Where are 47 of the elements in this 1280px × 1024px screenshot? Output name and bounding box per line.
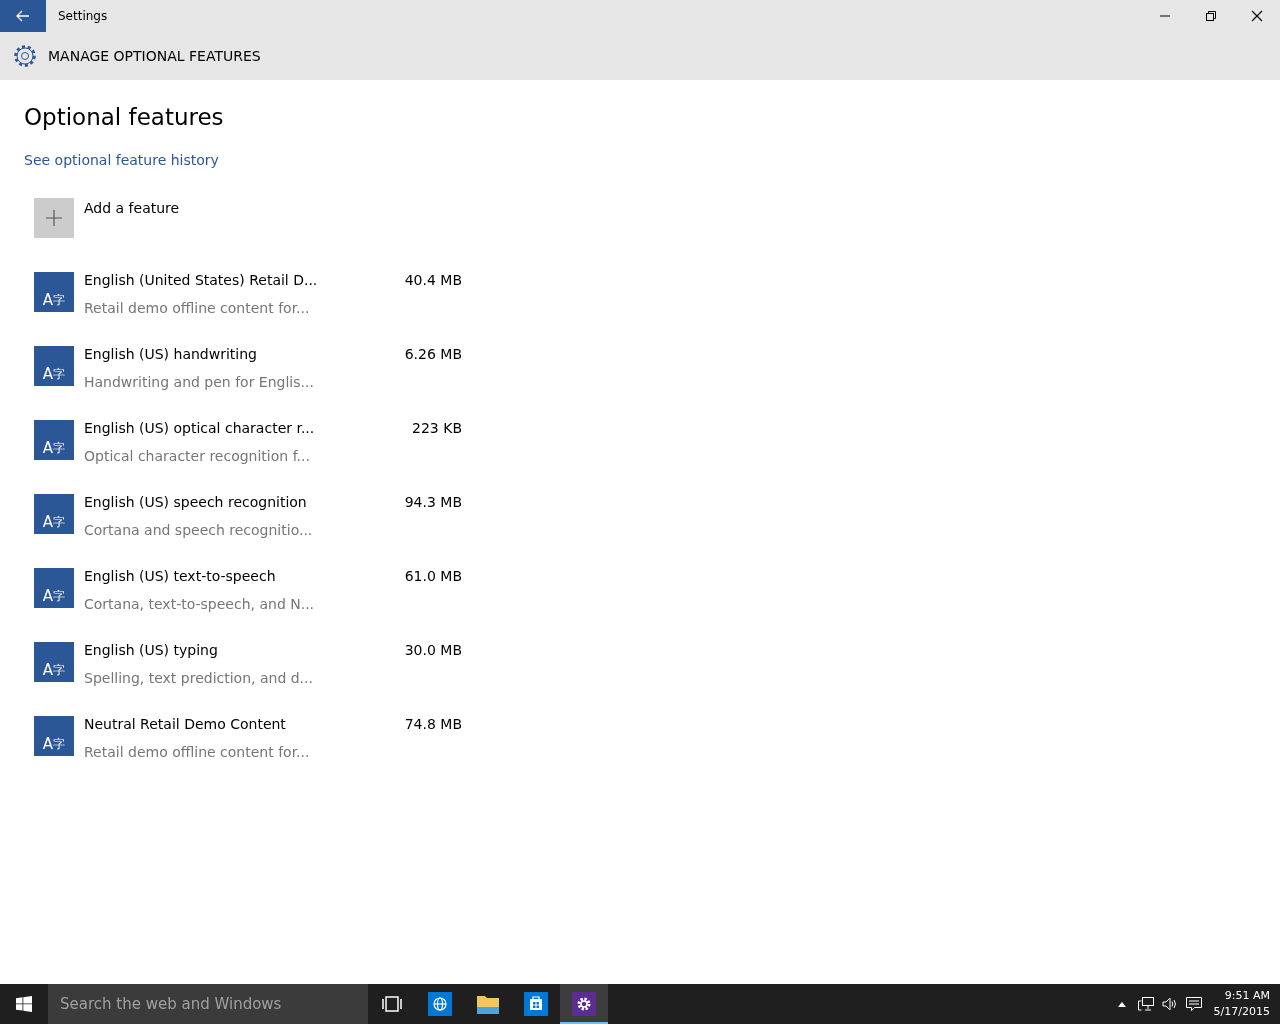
feature-size: 94.3 MB (404, 494, 462, 510)
feature-name[interactable]: English (US) optical character r... (84, 420, 403, 436)
globe-icon (428, 992, 452, 1016)
feature-name[interactable]: English (US) typing (84, 642, 395, 658)
page-header-title: MANAGE OPTIONAL FEATURES (48, 48, 261, 64)
folder-icon (476, 993, 500, 1015)
clock-time[interactable]: 9:51 AM (1224, 988, 1270, 1004)
back-arrow-icon (16, 10, 30, 22)
shopping-bag-icon (524, 992, 548, 1016)
feature-description: Handwriting and pen for Englis... (84, 374, 315, 390)
add-feature-button[interactable]: Add a feature (34, 198, 180, 238)
feature-size: 6.26 MB (404, 346, 462, 362)
feature-name[interactable]: English (US) text-to-speech (84, 568, 395, 584)
feature-name[interactable]: English (United States) Retail D... (84, 272, 395, 288)
restore-icon (1205, 10, 1217, 22)
close-icon (1251, 10, 1263, 22)
clock-date[interactable]: 5/17/2015 (1213, 1004, 1270, 1020)
task-view-icon (381, 996, 403, 1012)
feature-history-link[interactable]: See optional feature history (24, 152, 219, 168)
feature-size: 61.0 MB (404, 568, 462, 584)
feature-description: Cortana and speech recognitio... (84, 522, 314, 538)
page-heading: Optional features (24, 104, 225, 132)
feature-name[interactable]: Neutral Retail Demo Content (84, 716, 395, 732)
speaker-icon (1161, 997, 1178, 1011)
feature-description: Cortana, text-to-speech, and N... (84, 596, 316, 612)
feature-name[interactable]: English (US) handwriting (84, 346, 395, 362)
settings-icon (12, 43, 38, 69)
feature-size: 30.0 MB (404, 642, 462, 658)
feature-size: 40.4 MB (404, 272, 462, 288)
feature-name[interactable]: English (US) speech recognition (84, 494, 395, 510)
search-field[interactable]: Search the web and Windows (48, 984, 368, 1024)
back-button[interactable] (0, 0, 46, 32)
feature-size: 223 KB (412, 420, 462, 436)
caret-up-icon (1117, 1001, 1126, 1007)
taskbar-app-button[interactable] (560, 984, 608, 1024)
feature-description: Spelling, text prediction, and d... (84, 670, 314, 686)
network-icon (1137, 997, 1154, 1011)
windows-logo-icon (16, 996, 32, 1012)
settings-icon (572, 992, 596, 1016)
message-icon (1185, 996, 1202, 1012)
feature-description: Retail demo offline content for... (84, 300, 311, 316)
feature-description: Optical character recognition f... (84, 448, 311, 464)
window-title: Settings (58, 9, 109, 23)
feature-description: Retail demo offline content for... (84, 744, 311, 760)
feature-size: 74.8 MB (404, 716, 462, 732)
plus-icon (46, 210, 62, 226)
minimize-icon (1159, 15, 1171, 17)
